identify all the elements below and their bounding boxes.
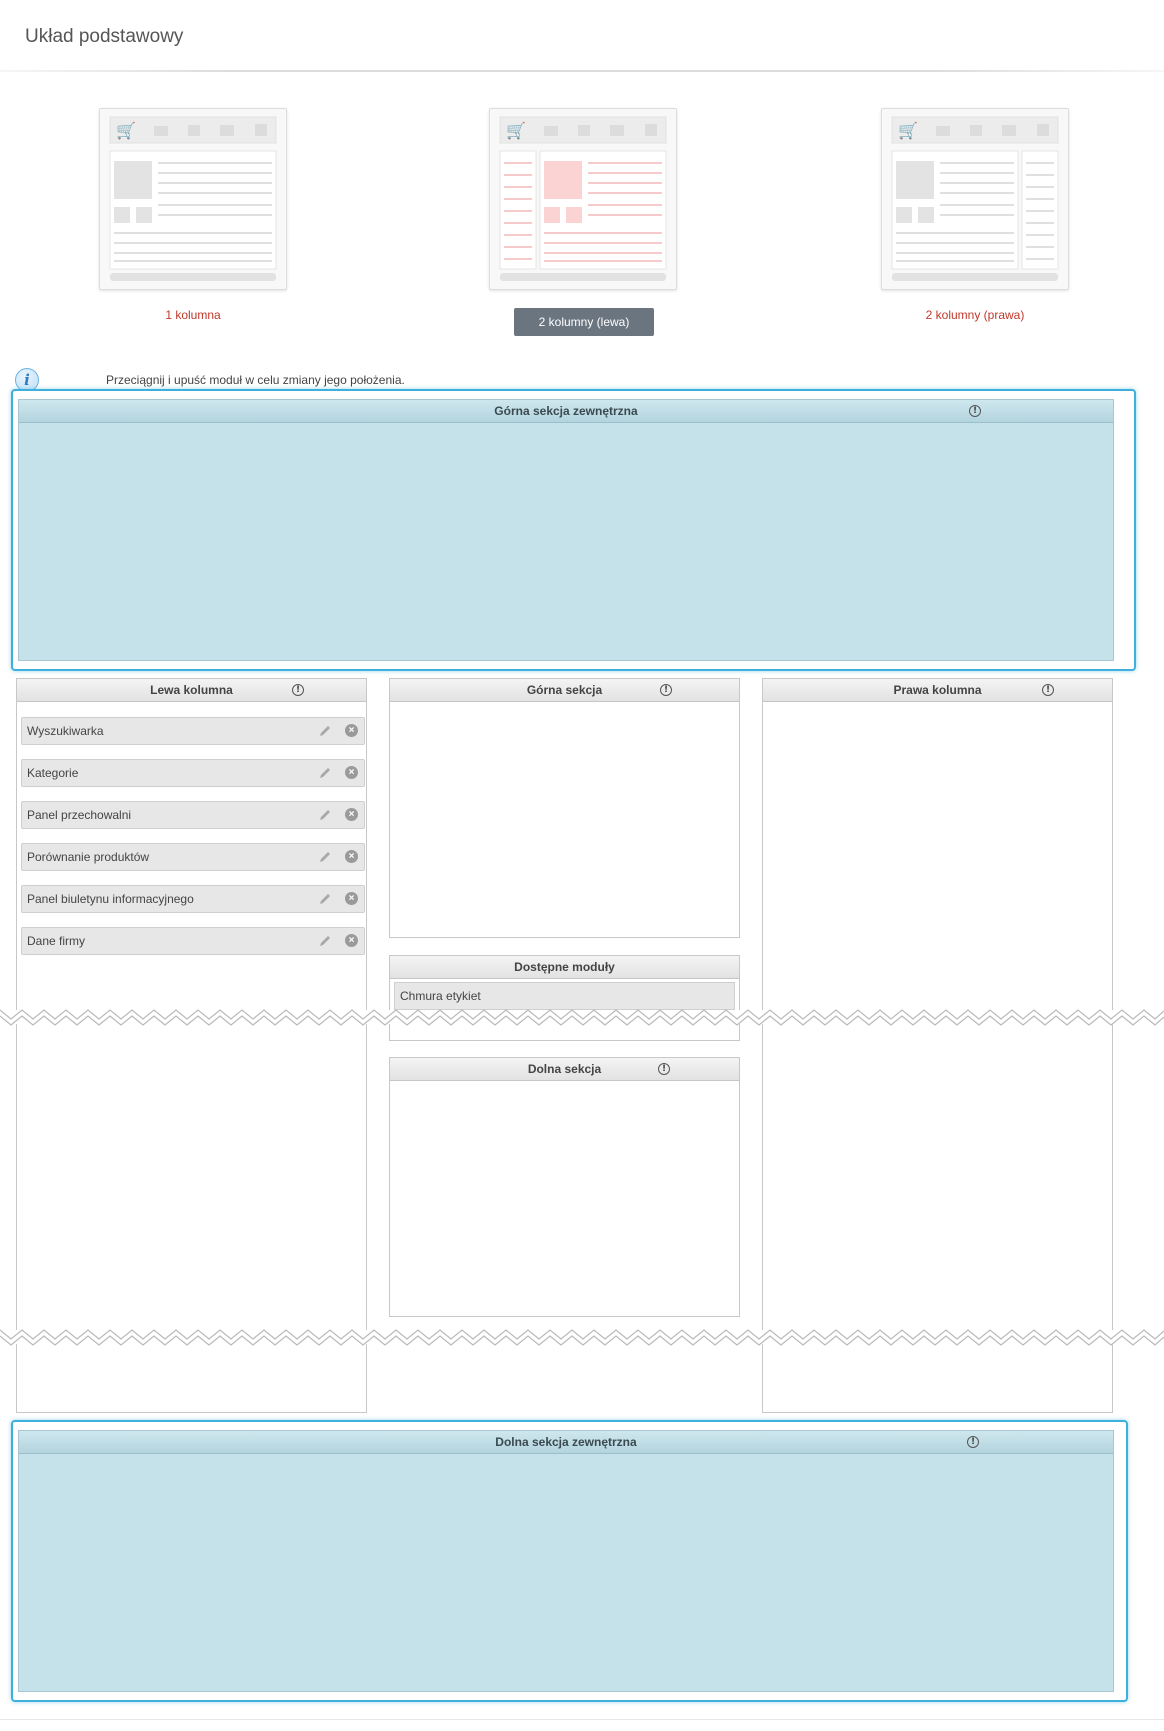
remove-icon[interactable]: × (345, 766, 358, 779)
footer-divider (0, 1719, 1164, 1720)
module-item[interactable]: Panel przechowalni × (21, 801, 365, 829)
remove-icon[interactable]: × (345, 850, 358, 863)
available-module-label: Chmura etykiet (400, 989, 481, 1003)
module-label: Porównanie produktów (27, 850, 150, 864)
right-column-title: Prawa kolumna (893, 683, 982, 697)
top-outer-section-title: Górna sekcja zewnętrzna (494, 404, 638, 418)
module-item[interactable]: Dane firmy × (21, 927, 365, 955)
info-circle-icon[interactable]: ! (292, 684, 304, 696)
module-item[interactable]: Wyszukiwarka × (21, 717, 365, 745)
pencil-icon[interactable] (318, 724, 332, 738)
left-column-header[interactable]: Lewa kolumna ! (17, 679, 366, 702)
screenshot-cut-marker (0, 1009, 1164, 1026)
page-title: Układ podstawowy (25, 26, 184, 47)
layout-option-2-columns-left[interactable]: 🛒 (489, 108, 677, 290)
available-modules-title: Dostępne moduły (514, 960, 615, 974)
left-column[interactable]: Lewa kolumna ! Wyszukiwarka × Kategorie … (16, 678, 367, 1413)
layout-thumbnail-2-columns-left: 🛒 (489, 108, 677, 290)
module-label: Kategorie (27, 766, 79, 780)
svg-text:🛒: 🛒 (116, 121, 136, 140)
pencil-icon[interactable] (318, 892, 332, 906)
info-text: Przeciągnij i upuść moduł w celu zmiany … (106, 373, 405, 387)
bottom-section-title: Dolna sekcja (527, 1062, 602, 1076)
remove-icon[interactable]: × (345, 724, 358, 737)
top-section[interactable]: Górna sekcja ! (389, 678, 740, 938)
bottom-outer-section-header[interactable]: Dolna sekcja zewnętrzna ! (19, 1431, 1113, 1454)
layout-option-label-2-columns-left[interactable]: 2 kolumny (lewa) (514, 308, 654, 336)
layout-option-2-columns-right[interactable]: 🛒 (881, 108, 1069, 290)
pencil-icon[interactable] (318, 850, 332, 864)
svg-text:🛒: 🛒 (898, 121, 918, 140)
left-column-title: Lewa kolumna (150, 683, 233, 697)
pencil-icon[interactable] (318, 934, 332, 948)
module-label: Wyszukiwarka (27, 724, 104, 738)
layout-option-label-2-columns-right[interactable]: 2 kolumny (prawa) (881, 308, 1069, 322)
module-label: Dane firmy (27, 934, 86, 948)
layout-thumbnail-2-columns-right: 🛒 (881, 108, 1069, 290)
top-section-header[interactable]: Górna sekcja ! (390, 679, 739, 702)
remove-icon[interactable]: × (345, 808, 358, 821)
screenshot-cut-marker (0, 1329, 1164, 1346)
layout-option-1-column[interactable]: 🛒 (99, 108, 287, 290)
available-modules-panel[interactable]: Dostępne moduły Chmura etykiet (389, 955, 740, 1041)
pencil-icon[interactable] (318, 808, 332, 822)
info-circle-icon[interactable]: ! (967, 1436, 979, 1448)
module-label: Panel biuletynu informacyjnego (27, 892, 194, 906)
top-outer-section[interactable]: Górna sekcja zewnętrzna ! (11, 389, 1136, 671)
top-outer-section-header[interactable]: Górna sekcja zewnętrzna ! (19, 400, 1113, 423)
module-item[interactable]: Porównanie produktów × (21, 843, 365, 871)
info-circle-icon[interactable]: ! (969, 405, 981, 417)
bottom-outer-section[interactable]: Dolna sekcja zewnętrzna ! (11, 1420, 1128, 1702)
remove-icon[interactable]: × (345, 892, 358, 905)
module-item[interactable]: Panel biuletynu informacyjnego × (21, 885, 365, 913)
right-column-header[interactable]: Prawa kolumna ! (763, 679, 1112, 702)
bottom-outer-section-title: Dolna sekcja zewnętrzna (495, 1435, 637, 1449)
layout-option-label-1-column[interactable]: 1 kolumna (99, 308, 287, 322)
module-item[interactable]: Kategorie × (21, 759, 365, 787)
info-circle-icon[interactable]: ! (660, 684, 672, 696)
bottom-section[interactable]: Dolna sekcja ! (389, 1057, 740, 1317)
pencil-icon[interactable] (318, 766, 332, 780)
svg-text:🛒: 🛒 (506, 121, 526, 140)
info-circle-icon[interactable]: ! (1042, 684, 1054, 696)
right-column[interactable]: Prawa kolumna ! (762, 678, 1113, 1413)
layout-thumbnail-1-column: 🛒 (99, 108, 287, 290)
module-label: Panel przechowalni (27, 808, 132, 822)
available-modules-header: Dostępne moduły (390, 956, 739, 979)
remove-icon[interactable]: × (345, 934, 358, 947)
title-divider (0, 70, 1164, 72)
info-circle-icon[interactable]: ! (658, 1063, 670, 1075)
top-section-title: Górna sekcja (526, 683, 603, 697)
bottom-section-header[interactable]: Dolna sekcja ! (390, 1058, 739, 1081)
